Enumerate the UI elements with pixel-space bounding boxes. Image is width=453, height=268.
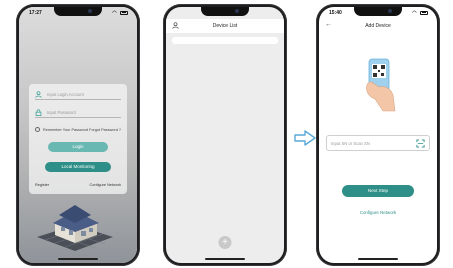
page-title: Add Device — [365, 23, 391, 29]
device-list-screen: Device List + — [166, 7, 284, 263]
plus-icon[interactable]: + — [218, 236, 232, 249]
phone-notch — [201, 7, 249, 16]
configure-network-link[interactable]: Configure Network — [319, 210, 437, 215]
sn-placeholder: Input SN or Scan SN — [331, 141, 370, 146]
device-list-row[interactable] — [172, 37, 278, 44]
register-row: Register Configure Network — [35, 183, 121, 189]
next-step-button[interactable]: Next Step — [342, 185, 414, 197]
add-device-screen: 15:40 ◠ ← Add Device Input SN or Scan SN — [319, 7, 437, 263]
arrow-right-icon — [294, 130, 316, 146]
login-screen: 17:27 ◠ Input Login Account Input Passwo… — [19, 7, 137, 263]
wifi-icon: ◠ — [412, 10, 418, 16]
status-icons: ◠ — [112, 10, 128, 16]
scan-phone-illustration — [366, 58, 396, 112]
device-list-header: Device List — [166, 19, 284, 33]
remember-checkbox[interactable] — [35, 127, 40, 132]
password-field[interactable]: Input Password — [35, 108, 121, 118]
register-link[interactable]: Register — [35, 183, 49, 187]
password-placeholder: Input Password — [47, 110, 76, 115]
status-time: 17:27 — [29, 10, 42, 16]
status-time: 15:40 — [329, 10, 342, 16]
battery-icon — [120, 10, 128, 15]
status-icons: ◠ — [412, 10, 428, 16]
local-monitoring-button[interactable]: Local Monitoring — [45, 162, 111, 172]
phone-add-device: 15:40 ◠ ← Add Device Input SN or Scan SN — [316, 4, 440, 266]
app-screenshots: 17:27 ◠ Input Login Account Input Passwo… — [0, 0, 453, 268]
status-bar: 15:40 ◠ — [326, 9, 430, 17]
account-placeholder: Input Login Account — [47, 92, 84, 97]
account-field[interactable]: Input Login Account — [35, 90, 121, 100]
sn-input[interactable]: Input SN or Scan SN — [326, 135, 430, 151]
page-title: Device List — [212, 23, 238, 29]
add-device-header: ← Add Device — [319, 19, 437, 33]
home-indicator — [358, 258, 398, 260]
status-bar: 17:27 ◠ — [26, 9, 130, 17]
remember-row: Remember Your Password Forgot Password ? — [35, 126, 121, 134]
lock-icon — [35, 109, 42, 116]
phone-device-list: Device List + — [163, 4, 287, 266]
house-illustration — [37, 205, 113, 251]
wifi-icon: ◠ — [112, 10, 118, 16]
remember-label: Remember Your Password — [43, 128, 89, 132]
battery-icon — [420, 10, 428, 15]
login-button[interactable]: Login — [48, 142, 108, 152]
configure-network-link[interactable]: Configure Network — [90, 183, 121, 187]
home-indicator — [58, 258, 98, 260]
user-icon — [35, 91, 42, 98]
phone-login: 17:27 ◠ Input Login Account Input Passwo… — [16, 4, 140, 266]
forgot-password-link[interactable]: Forgot Password ? — [89, 128, 121, 132]
scan-icon[interactable] — [416, 139, 425, 148]
home-indicator — [205, 258, 245, 260]
login-card: Input Login Account Input Password Remem… — [29, 84, 127, 194]
